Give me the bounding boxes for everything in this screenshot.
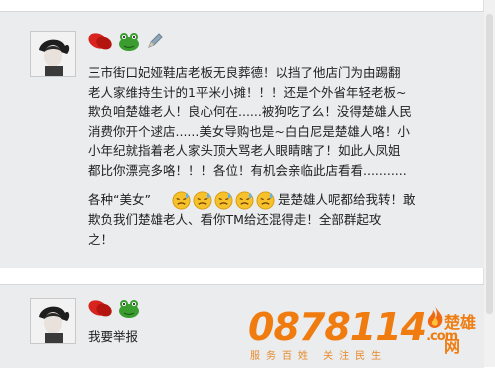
avatar-image bbox=[31, 299, 75, 343]
badge-row bbox=[87, 31, 165, 51]
logo-number-text: 0878114 bbox=[248, 305, 427, 349]
sweat-emoji-icon bbox=[235, 191, 254, 210]
post-body-line7-start: 各种“美女” bbox=[88, 192, 151, 207]
avatar-image bbox=[31, 32, 75, 76]
pencil-badge-icon[interactable] bbox=[145, 31, 165, 51]
site-watermark-logo: 0878114.com 楚雄网 服务百姓 关注民生 bbox=[248, 305, 488, 363]
site-slogan: 服务百姓 关注民生 bbox=[250, 351, 388, 362]
post-body-line7-end: 是楚雄人呢都给我转！敢 bbox=[278, 192, 416, 207]
frog-badge-icon[interactable] bbox=[118, 298, 140, 318]
sweat-emoji-icon bbox=[172, 191, 191, 210]
post-card: 三市街口妃娅鞋店老板无良葬德！以挡了他店门为由踢翻 老人家维持生计的1平米小摊！… bbox=[0, 11, 484, 268]
scroll-thumb[interactable] bbox=[486, 14, 493, 314]
avatar[interactable] bbox=[30, 31, 76, 77]
post-body-tail: 欺负我们楚雄老人、看你TM给还混得走！全部群起攻 之！ bbox=[88, 212, 382, 247]
avatar[interactable] bbox=[30, 298, 76, 344]
site-name: 楚雄网 bbox=[444, 313, 477, 356]
emoji-row bbox=[172, 191, 275, 210]
badge-row bbox=[87, 298, 140, 318]
frog-badge-icon[interactable] bbox=[118, 31, 140, 51]
red-lips-badge-icon[interactable] bbox=[87, 31, 113, 51]
red-lips-badge-icon[interactable] bbox=[87, 298, 113, 318]
sweat-emoji-icon bbox=[214, 191, 233, 210]
sweat-emoji-icon bbox=[256, 191, 275, 210]
post-body: 三市街口妃娅鞋店老板无良葬德！以挡了他店门为由踢翻 老人家维持生计的1平米小摊！… bbox=[88, 65, 412, 178]
flame-icon bbox=[427, 306, 443, 328]
sweat-emoji-icon bbox=[193, 191, 212, 210]
